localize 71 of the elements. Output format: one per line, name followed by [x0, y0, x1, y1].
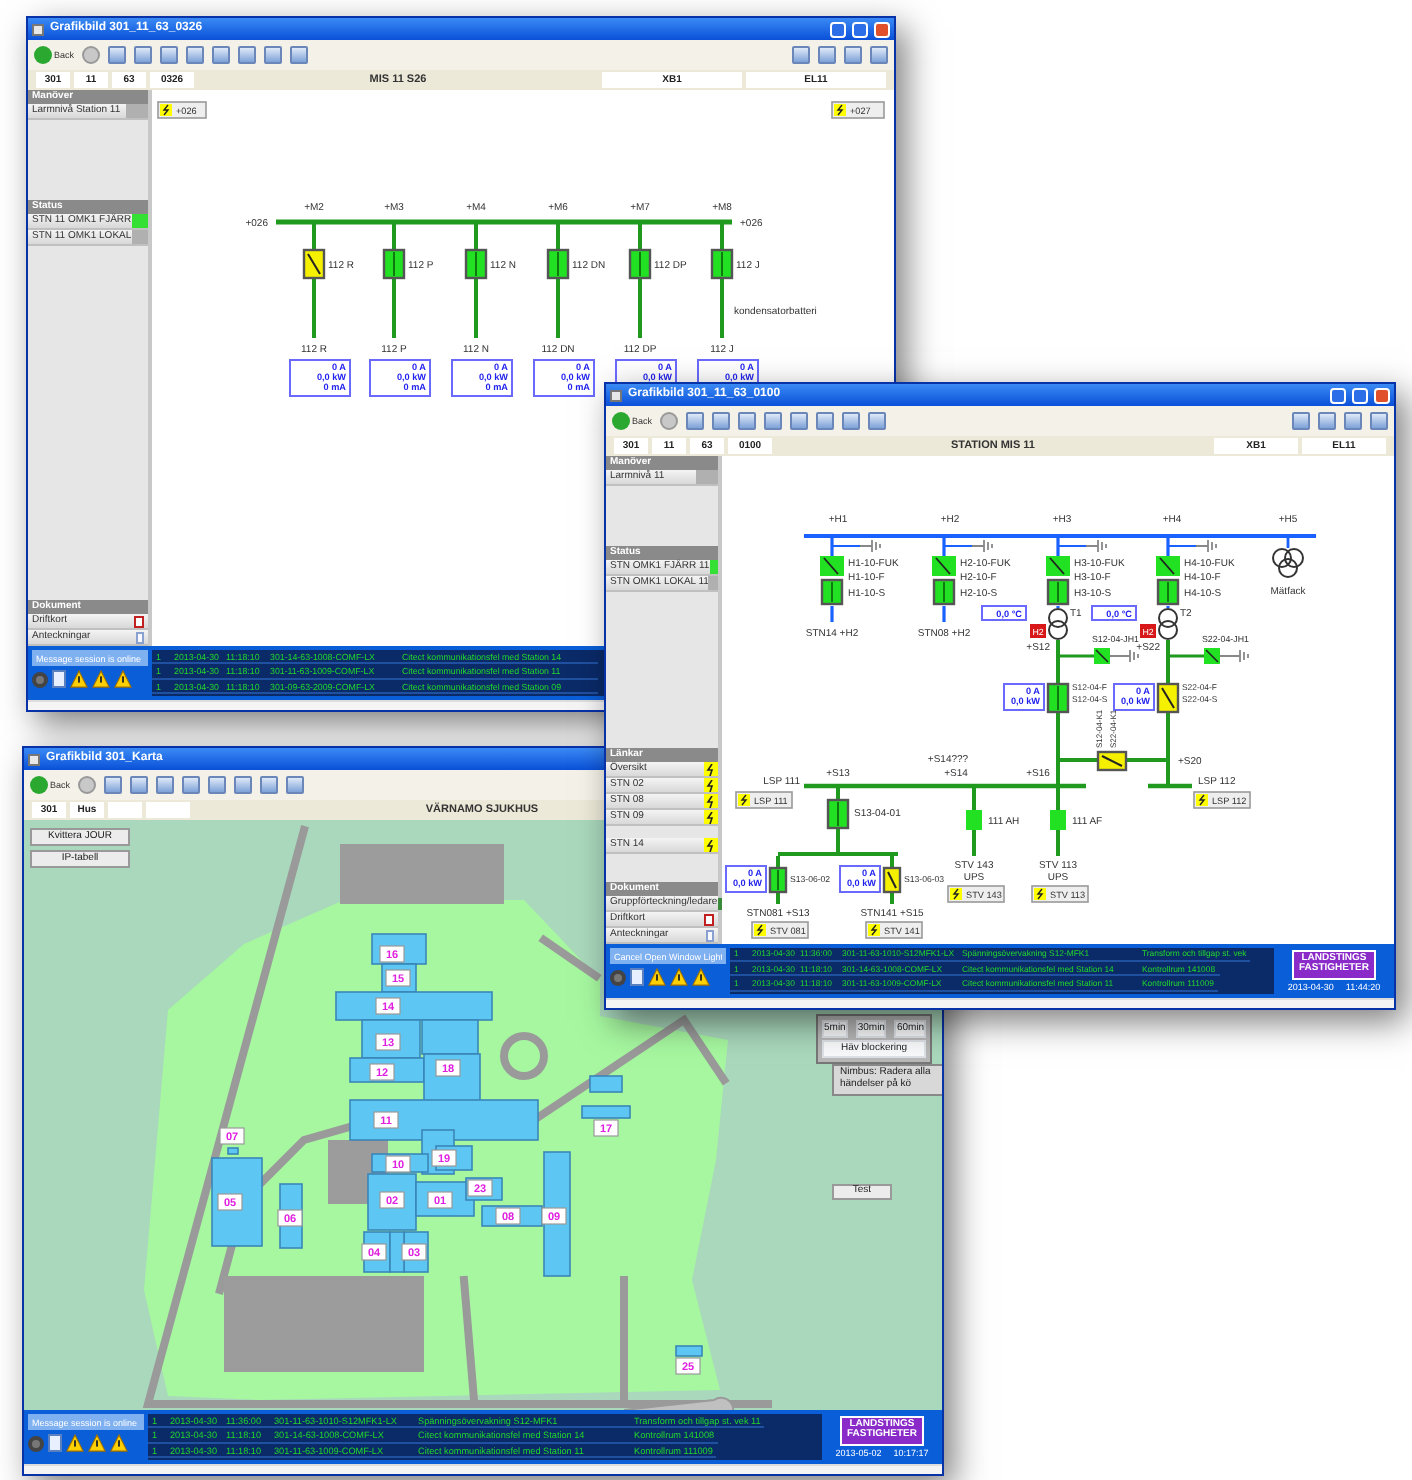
turning-area [623, 1396, 735, 1410]
warning-icon[interactable] [92, 670, 110, 688]
note-icon [136, 631, 144, 643]
disconnector-symbol[interactable] [1046, 556, 1070, 576]
earth-icon [1117, 649, 1139, 663]
address-field[interactable] [108, 802, 142, 818]
gear-icon[interactable] [32, 671, 48, 687]
warning-icon[interactable] [70, 670, 88, 688]
address-field[interactable] [146, 802, 190, 818]
breaker-symbol[interactable] [302, 248, 326, 280]
warning-icon[interactable] [114, 670, 132, 688]
building [589, 1075, 623, 1093]
earth-icon [971, 539, 993, 553]
forward-icon[interactable] [82, 46, 101, 64]
breaker-symbol[interactable] [1156, 682, 1180, 714]
window-icon [610, 389, 622, 401]
coupler-line [1058, 758, 1168, 762]
window-icon [32, 23, 44, 35]
disconnector-symbol[interactable] [1156, 556, 1180, 576]
coupler-breaker-symbol[interactable] [1096, 750, 1128, 772]
gear-icon[interactable] [610, 969, 626, 985]
warning-icon[interactable] [670, 968, 688, 986]
feeder-line [1219, 655, 1229, 657]
warning-icon[interactable] [648, 968, 666, 986]
document-icon [134, 615, 144, 627]
feeder-line [942, 606, 946, 622]
maximize-button[interactable] [1352, 387, 1368, 403]
feeder-line [1166, 606, 1170, 608]
warning-icon[interactable] [66, 1434, 84, 1452]
building [581, 1105, 631, 1119]
lightning-icon [704, 838, 718, 852]
forward-icon[interactable] [78, 776, 97, 794]
document-icon [704, 913, 714, 925]
close-button[interactable] [874, 21, 890, 37]
roundabout [500, 1032, 548, 1080]
disconnector-symbol[interactable] [932, 556, 956, 576]
feeder-line [890, 856, 894, 904]
earth-icon [859, 539, 881, 553]
feeder-line [1056, 606, 1060, 608]
feeder-line [972, 788, 976, 856]
earth-switch-symbol[interactable] [1204, 648, 1220, 664]
note-icon [706, 929, 714, 941]
transformer-symbol [1158, 608, 1178, 640]
minimize-button[interactable] [1330, 387, 1346, 403]
feeder-line [1109, 655, 1119, 657]
breaker-symbol[interactable] [882, 866, 902, 894]
feeder-line [830, 606, 834, 622]
horizontal-scrollbar[interactable] [606, 998, 1394, 1008]
earth-icon [1195, 539, 1217, 553]
transformer-symbol [1272, 548, 1304, 578]
earth-icon [1227, 649, 1249, 663]
horizontal-scrollbar[interactable] [28, 700, 604, 710]
busbar [1148, 783, 1192, 789]
horizontal-scrollbar[interactable] [24, 1464, 942, 1474]
window-icon [28, 753, 40, 765]
feeder-line [1286, 538, 1290, 548]
warning-icon[interactable] [110, 1434, 128, 1452]
feeder-line [312, 224, 316, 338]
building [675, 1345, 703, 1357]
minimize-button[interactable] [830, 21, 846, 37]
gear-icon[interactable] [28, 1435, 44, 1451]
earth-switch-symbol[interactable] [1094, 648, 1110, 664]
maximize-button[interactable] [852, 21, 868, 37]
close-button[interactable] [1374, 387, 1390, 403]
transformer-symbol [1048, 608, 1068, 640]
sheet-icon [717, 897, 722, 909]
disconnector-symbol[interactable] [820, 556, 844, 576]
forward-icon[interactable] [660, 412, 679, 430]
earth-icon [1085, 539, 1107, 553]
warning-icon[interactable] [692, 968, 710, 986]
warning-icon[interactable] [88, 1434, 106, 1452]
